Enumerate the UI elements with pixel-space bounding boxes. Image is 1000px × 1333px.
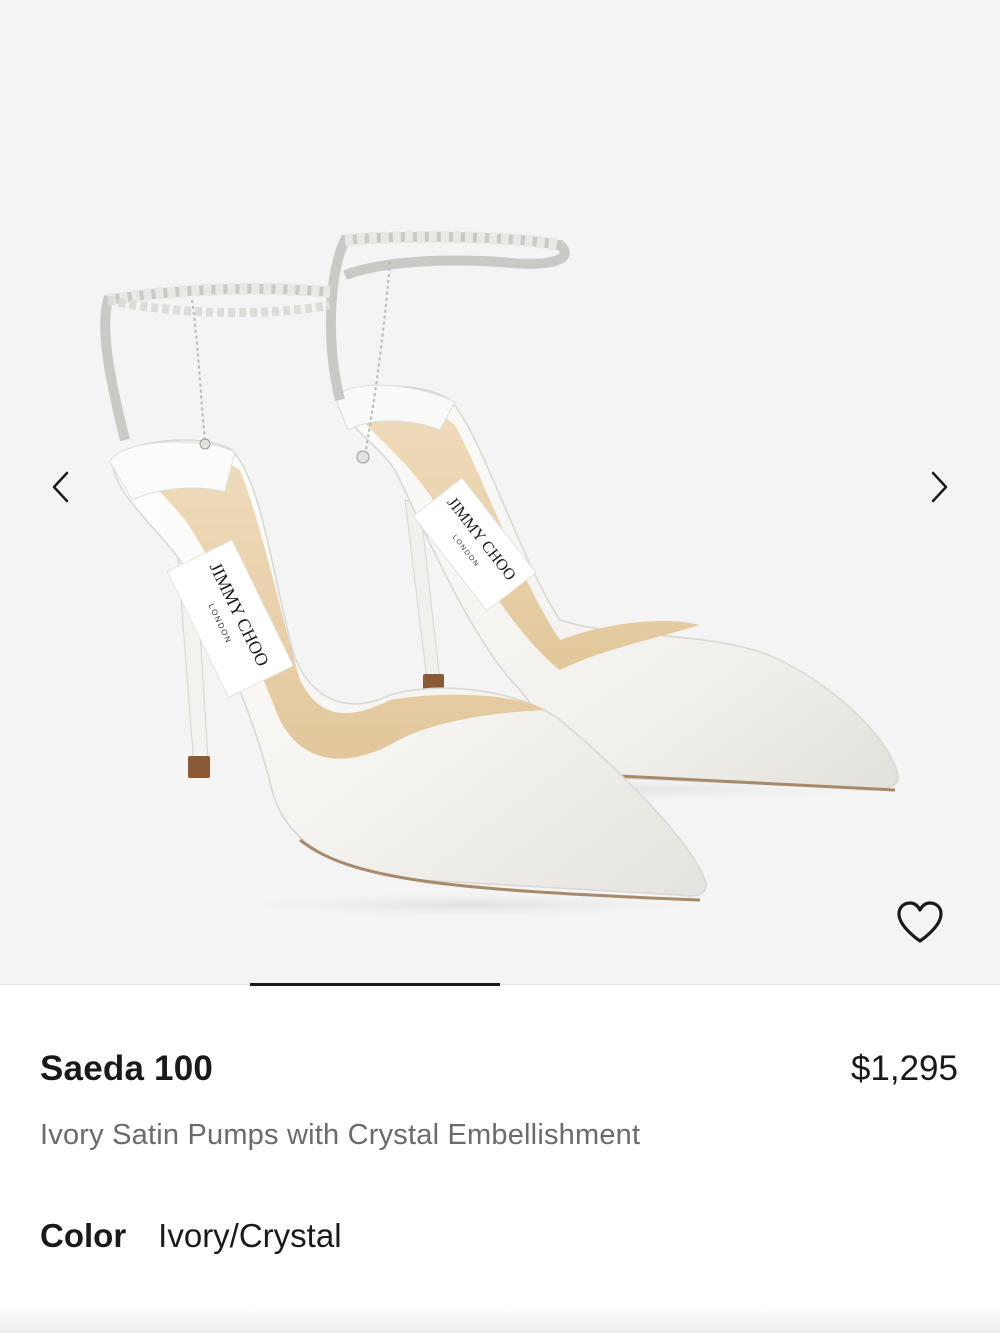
wishlist-button[interactable]	[892, 894, 948, 950]
previous-image-button[interactable]	[36, 462, 86, 512]
color-row: Color Ivory/Crystal	[40, 1217, 342, 1255]
product-gallery[interactable]: JIMMY CHOO LONDON JIMMY CHOO LONDON	[0, 0, 1000, 985]
pager-track	[0, 984, 1000, 985]
chevron-left-icon	[52, 471, 69, 503]
color-label: Color	[40, 1217, 127, 1254]
product-description: Ivory Satin Pumps with Crystal Embellish…	[40, 1119, 641, 1151]
next-image-button[interactable]	[914, 462, 964, 512]
bottom-divider	[0, 1308, 1000, 1333]
product-price: $1,295	[850, 1049, 958, 1088]
heart-outline-icon	[897, 901, 943, 943]
pager-active-indicator	[250, 983, 500, 986]
chevron-right-icon	[931, 471, 948, 503]
product-image: JIMMY CHOO LONDON JIMMY CHOO LONDON	[100, 230, 910, 919]
left-shoe: JIMMY CHOO LONDON	[100, 282, 707, 902]
color-value: Ivory/Crystal	[158, 1217, 342, 1254]
product-name: Saeda 100	[40, 1049, 214, 1088]
product-info: Saeda 100 $1,295 Ivory Satin Pumps with …	[0, 987, 1000, 1333]
title-row: Saeda 100 $1,295	[40, 1049, 960, 1089]
